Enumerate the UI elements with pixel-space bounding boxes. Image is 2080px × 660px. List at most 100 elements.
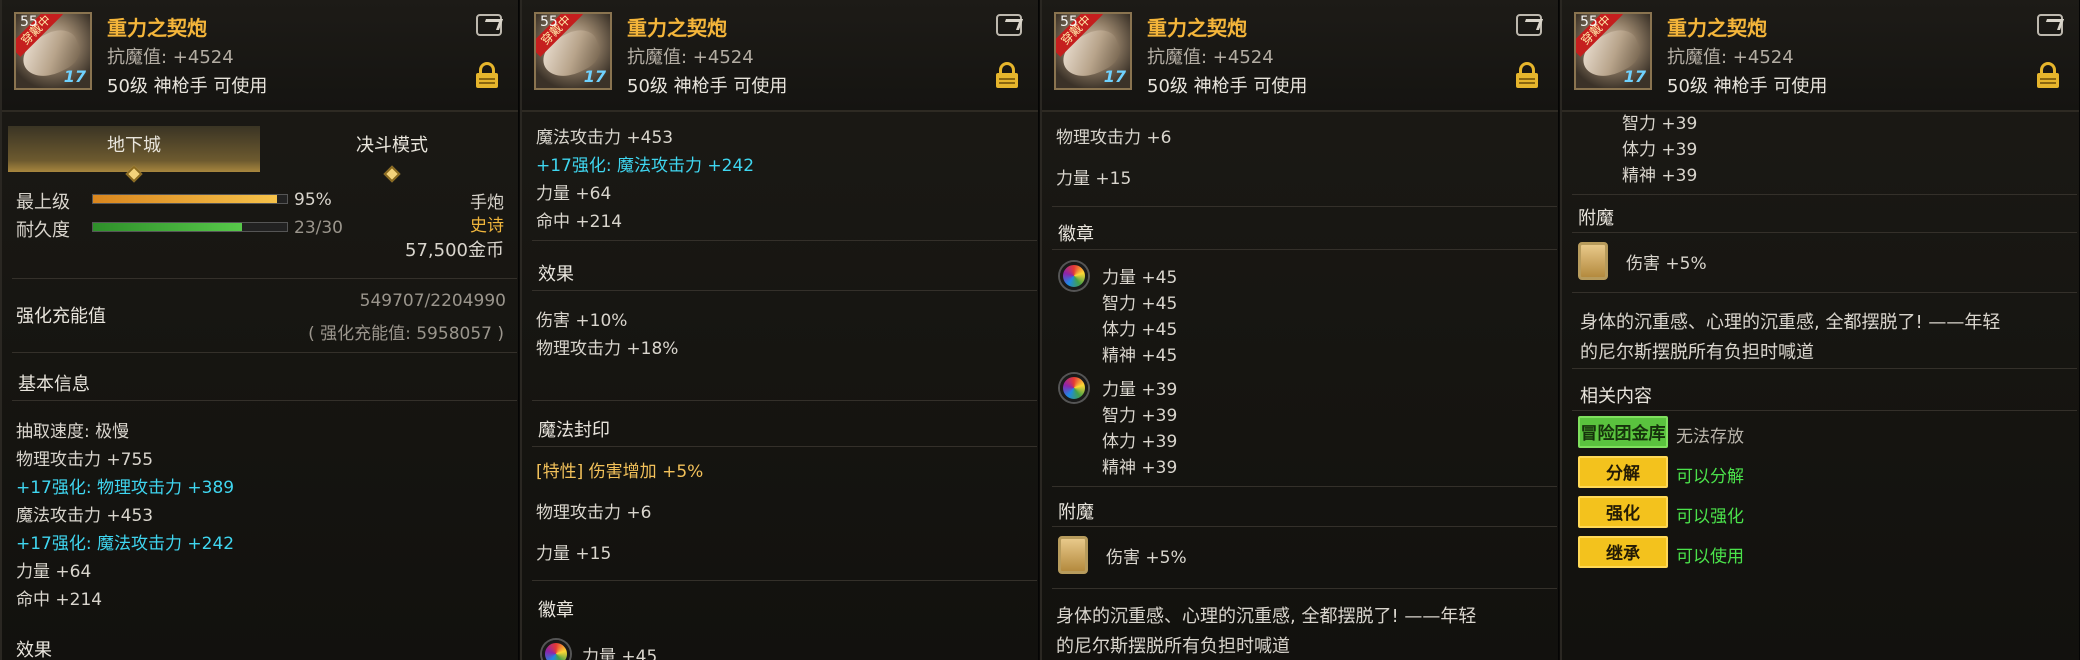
item-tooltip-panel-4: 穿戴中 55 17 重力之契炮 抗魔值: +4524 50级 神枪手 可使用 智… [1560, 0, 2080, 660]
weapon-icon: 穿戴中 55 17 [534, 12, 612, 90]
effect-line: 伤害 +10% [536, 311, 628, 331]
seal-line: 力量 +15 [536, 544, 612, 564]
emblem-header: 徽章 [1058, 224, 1094, 245]
item-tooltip-panel-2: 穿戴中 55 17 重力之契炮 抗魔值: +4524 50级 神枪手 可使用 魔… [520, 0, 1039, 660]
emblem-line: 力量 +39 [1102, 380, 1178, 400]
tab-dungeon[interactable]: 地下城 [8, 126, 260, 183]
share-icon[interactable] [476, 14, 502, 36]
emblem-line: 智力 +45 [1102, 294, 1178, 314]
stat-line: +17强化: 物理攻击力 +389 [16, 478, 235, 498]
flavor-text: 的尼尔斯摆脱所有负担时喊道 [1056, 636, 1290, 657]
emblem-line: 精神 +39 [1102, 458, 1178, 478]
weapon-icon: 穿戴中 55 17 [14, 12, 92, 90]
emblem-line: 体力 +45 [1102, 320, 1178, 340]
price: 57,500金币 [405, 240, 504, 261]
emblem-line: 精神 +45 [1102, 346, 1178, 366]
stat-line: +17强化: 魔法攻击力 +242 [536, 156, 755, 176]
enchant-value: 伤害 +5% [1626, 254, 1707, 274]
item-tooltip-panel-3: 穿戴中 55 17 重力之契炮 抗魔值: +4524 50级 神枪手 可使用 物… [1040, 0, 1559, 660]
lock-icon[interactable] [2037, 62, 2059, 88]
stat-line: 魔法攻击力 +453 [536, 128, 674, 148]
grade-bar [92, 194, 288, 204]
item-name: 重力之契炮 [627, 16, 727, 40]
share-icon[interactable] [996, 14, 1022, 36]
durability-value: 23/30 [294, 218, 343, 238]
emblem-gem-icon [1060, 374, 1088, 402]
magic-resist: 抗魔值: +4524 [107, 47, 234, 68]
item-name: 重力之契炮 [1147, 16, 1247, 40]
magic-resist: 抗魔值: +4524 [1147, 47, 1274, 68]
share-icon[interactable] [2037, 14, 2063, 36]
seal-trait: [特性] 伤害增加 +5% [536, 462, 704, 482]
item-name: 重力之契炮 [1667, 16, 1767, 40]
flavor-text: 身体的沉重感、心理的沉重感, 全都摆脱了! ——年轻 [1056, 606, 1477, 627]
effect-line: 物理攻击力 +18% [536, 339, 679, 359]
charge-sub: ( 强化充能值: 5958057 ) [308, 324, 504, 344]
weapon-icon: 穿戴中 55 17 [1574, 12, 1652, 90]
magic-resist: 抗魔值: +4524 [627, 47, 754, 68]
disassemble-button[interactable]: 分解 [1578, 456, 1668, 488]
seal-line: 力量 +15 [1056, 169, 1132, 189]
enchant-card-icon [1578, 242, 1608, 280]
disassemble-status: 可以分解 [1676, 467, 1744, 487]
effect-header-cut: 效果 [16, 640, 52, 660]
emblem-line: 体力 +39 [1102, 432, 1178, 452]
tab-pvp[interactable]: 决斗模式 [266, 126, 518, 183]
weapon-icon: 穿戴中 55 17 [1054, 12, 1132, 90]
flavor-text: 的尼尔斯摆脱所有负担时喊道 [1580, 342, 1814, 363]
seal-line: 物理攻击力 +6 [536, 503, 652, 523]
durability-label: 耐久度 [16, 220, 70, 241]
stat-line: 命中 +214 [536, 212, 623, 232]
emblem-line: 智力 +39 [1102, 406, 1178, 426]
weapon-type: 手炮 [470, 193, 504, 213]
inherit-button[interactable]: 继承 [1578, 536, 1668, 568]
enchant-header: 附魔 [1578, 208, 1614, 229]
magic-resist: 抗魔值: +4524 [1667, 47, 1794, 68]
seal-line: 物理攻击力 +6 [1056, 128, 1172, 148]
enchant-value: 伤害 +5% [1106, 548, 1187, 568]
item-header: 穿戴中 55 17 重力之契炮 抗魔值: +4524 50级 神枪手 可使用 [1562, 0, 2079, 112]
lock-icon[interactable] [1516, 62, 1538, 88]
rarity: 史诗 [470, 216, 504, 236]
stat-line: 命中 +214 [16, 590, 103, 610]
emblem-line: 体力 +39 [1622, 140, 1698, 160]
adventure-vault-button[interactable]: 冒险团金库 [1578, 416, 1668, 448]
item-name: 重力之契炮 [107, 16, 207, 40]
item-header: 穿戴中 55 17 重力之契炮 抗魔值: +4524 50级 神枪手 可使用 [1042, 0, 1558, 112]
emblem-line: 力量 +45 [1102, 268, 1178, 288]
charge-value: 549707/2204990 [359, 291, 506, 311]
emblem-gem-icon [542, 640, 570, 660]
requirement: 50级 神枪手 可使用 [1147, 76, 1308, 97]
flavor-text: 身体的沉重感、心理的沉重感, 全都摆脱了! ——年轻 [1580, 312, 2001, 333]
emblem-line: 智力 +39 [1622, 114, 1698, 134]
emblem-gem-icon [1060, 262, 1088, 290]
emblem-header: 徽章 [538, 600, 574, 621]
seal-header: 魔法封印 [538, 420, 610, 441]
stat-line: 物理攻击力 +755 [16, 450, 154, 470]
grade-label: 最上级 [16, 192, 70, 213]
inherit-status: 可以使用 [1676, 547, 1744, 567]
stat-line: +17强化: 魔法攻击力 +242 [16, 534, 235, 554]
mode-tabs: 地下城 决斗模式 [8, 126, 518, 183]
enchant-card-icon [1058, 536, 1088, 574]
item-header: 穿戴中 55 17 重力之契炮 抗魔值: +4524 50级 神枪手 可使用 [2, 0, 518, 112]
basic-info-header: 基本信息 [18, 374, 90, 395]
charge-label: 强化充能值 [16, 306, 106, 327]
stat-line: 力量 +64 [536, 184, 612, 204]
durability-bar [92, 222, 288, 232]
enhance-status: 可以强化 [1676, 507, 1744, 527]
emblem-line: 精神 +39 [1622, 166, 1698, 186]
lock-icon[interactable] [476, 62, 498, 88]
item-tooltip-panel-1: 穿戴中 55 17 重力之契炮 抗魔值: +4524 50级 神枪手 可使用 地… [0, 0, 519, 660]
stat-line: 魔法攻击力 +453 [16, 506, 154, 526]
effect-header: 效果 [538, 264, 574, 285]
requirement: 50级 神枪手 可使用 [1667, 76, 1828, 97]
share-icon[interactable] [1516, 14, 1542, 36]
grade-percent: 95% [294, 190, 332, 210]
related-header: 相关内容 [1580, 386, 1652, 407]
stat-line: 力量 +64 [16, 562, 92, 582]
vault-status: 无法存放 [1676, 427, 1744, 447]
lock-icon[interactable] [996, 62, 1018, 88]
enchant-header: 附魔 [1058, 502, 1094, 523]
enhance-button[interactable]: 强化 [1578, 496, 1668, 528]
